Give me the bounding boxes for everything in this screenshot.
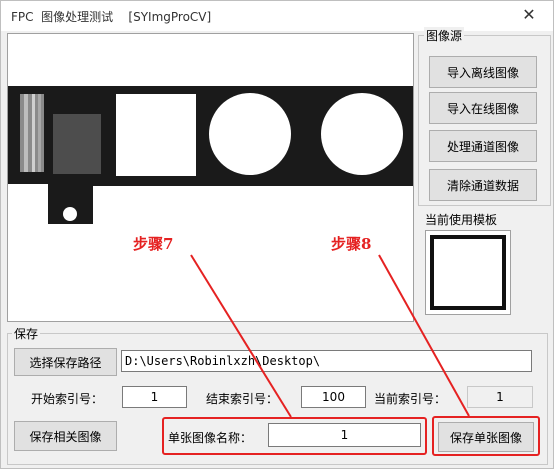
step7-highlight — [162, 417, 427, 455]
save-related-images-button[interactable]: 保存相关图像 — [14, 421, 117, 451]
import-online-image-button[interactable]: 导入在线图像 — [429, 92, 537, 124]
template-shape — [430, 235, 506, 310]
step8-highlight — [432, 416, 540, 456]
import-offline-image-button[interactable]: 导入离线图像 — [429, 56, 537, 88]
image-display — [7, 33, 414, 322]
step7-label: 步骤7 — [133, 235, 174, 253]
clear-channel-data-button[interactable]: 清除通道数据 — [429, 169, 537, 201]
start-index-label: 开始索引号： — [31, 392, 104, 406]
title-bar: FPC 图像处理测试 [SYImgProCV] ✕ — [1, 1, 553, 31]
start-index-field[interactable]: 1 — [122, 386, 187, 408]
main-window: FPC 图像处理测试 [SYImgProCV] ✕ 图像源 导入离线图像 导入在… — [0, 0, 554, 469]
save-group-label: 保存 — [12, 325, 41, 342]
end-index-field[interactable]: 100 — [301, 386, 366, 408]
current-index-field: 1 — [467, 386, 533, 408]
current-index-label: 当前索引号： — [374, 392, 447, 406]
current-template-label: 当前使用模板 — [425, 213, 498, 227]
end-index-label: 结束索引号： — [206, 392, 279, 406]
save-path-field[interactable]: D:\Users\Robinlxzh\Desktop\ — [121, 350, 532, 372]
step8-label: 步骤8 — [331, 235, 372, 253]
process-channel-image-button[interactable]: 处理通道图像 — [429, 130, 537, 162]
fpc-image — [8, 86, 413, 224]
image-source-label: 图像源 — [424, 27, 465, 44]
window-title: FPC 图像处理测试 [SYImgProCV] — [11, 10, 212, 24]
close-icon[interactable]: ✕ — [519, 5, 539, 25]
template-preview — [425, 230, 511, 315]
choose-save-path-button[interactable]: 选择保存路径 — [14, 348, 117, 376]
